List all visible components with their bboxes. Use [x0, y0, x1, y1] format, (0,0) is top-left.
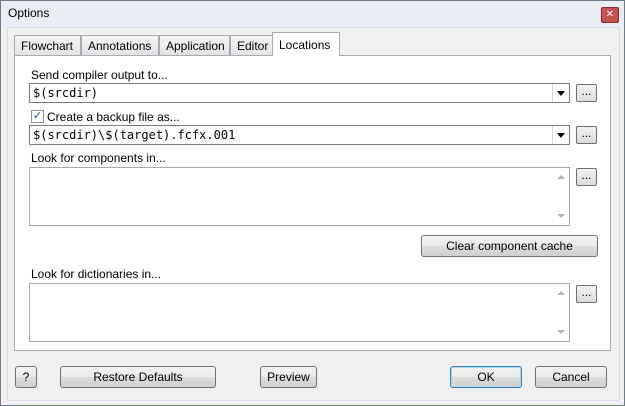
chevron-down-icon[interactable] [552, 84, 569, 102]
dictionaries-list[interactable] [29, 283, 570, 342]
scroll-down-icon[interactable] [557, 330, 565, 334]
components-label: Look for components in... [31, 151, 166, 165]
cancel-button[interactable]: Cancel [535, 366, 607, 388]
tab-application[interactable]: Application [159, 35, 230, 55]
dictionaries-browse-button[interactable]: ... [576, 285, 597, 303]
close-button[interactable]: ✕ [601, 7, 619, 23]
check-icon: ✓ [32, 110, 43, 122]
tab-editor[interactable]: Editor [230, 35, 273, 55]
clear-component-cache-button[interactable]: Clear component cache [421, 235, 598, 257]
components-scrollbar[interactable] [552, 168, 569, 225]
window-title: Options [8, 6, 50, 20]
scroll-up-icon[interactable] [557, 175, 565, 179]
tab-flowchart[interactable]: Flowchart [14, 35, 81, 55]
backup-file-combo[interactable]: $(srcdir)\$(target).fcfx.001 [29, 125, 570, 145]
preview-button[interactable]: Preview [260, 366, 317, 388]
options-dialog: Options ✕ Flowchart Annotations Applicat… [0, 0, 625, 406]
tab-annotations[interactable]: Annotations [81, 35, 159, 55]
backup-checkbox[interactable]: ✓ [31, 110, 44, 123]
backup-checkbox-label: Create a backup file as... [47, 110, 180, 124]
help-button[interactable]: ? [15, 366, 37, 388]
compiler-output-value: $(srcdir) [33, 86, 99, 100]
dictionaries-label: Look for dictionaries in... [31, 267, 162, 281]
components-list[interactable] [29, 167, 570, 226]
scroll-down-icon[interactable] [557, 214, 565, 218]
compiler-output-browse-button[interactable]: ... [576, 84, 597, 102]
scroll-up-icon[interactable] [557, 291, 565, 295]
ok-button[interactable]: OK [450, 366, 522, 388]
title-bar[interactable]: Options ✕ [1, 1, 624, 27]
backup-file-value: $(srcdir)\$(target).fcfx.001 [33, 128, 236, 142]
dictionaries-scrollbar[interactable] [552, 284, 569, 341]
components-browse-button[interactable]: ... [576, 168, 597, 186]
close-icon: ✕ [605, 9, 615, 20]
chevron-down-icon[interactable] [552, 126, 569, 144]
tab-locations[interactable]: Locations [272, 32, 340, 56]
restore-defaults-button[interactable]: Restore Defaults [60, 366, 216, 388]
compiler-output-label: Send compiler output to... [31, 68, 168, 82]
compiler-output-combo[interactable]: $(srcdir) [29, 83, 570, 103]
backup-file-browse-button[interactable]: ... [576, 126, 597, 144]
